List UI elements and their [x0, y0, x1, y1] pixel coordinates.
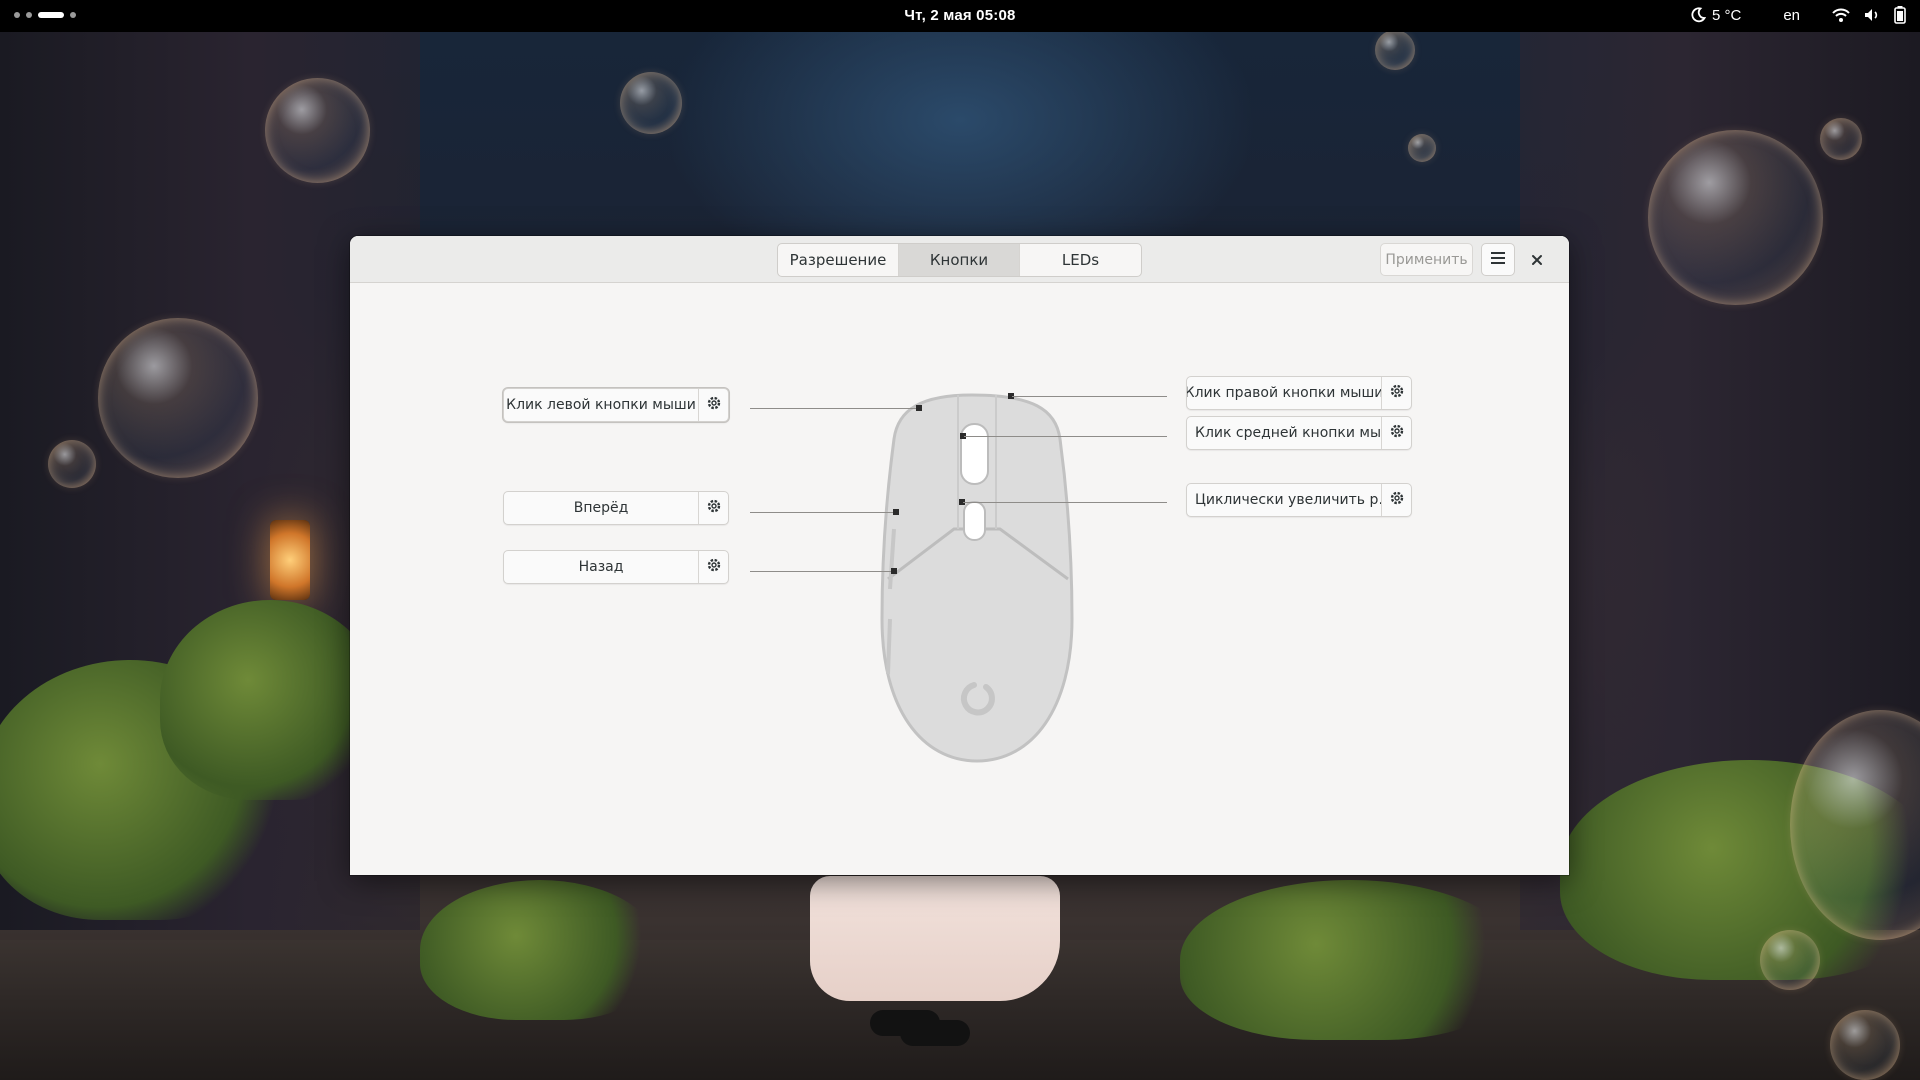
cycle-resolution-leader-line: [963, 502, 1167, 503]
gear-icon: [1389, 423, 1405, 443]
back-leader-line: [750, 571, 893, 572]
right-click-leader-line: [1012, 396, 1167, 397]
hamburger-menu-icon: [1490, 250, 1506, 269]
wifi-icon[interactable]: [1832, 7, 1850, 23]
wallpaper-figure-shoe: [900, 1020, 970, 1046]
wallpaper-bubble: [1820, 118, 1862, 160]
left-click-row: Клик левой кнопки мыши: [503, 388, 729, 422]
close-icon: [1531, 251, 1543, 270]
middle-click-settings-button[interactable]: [1381, 417, 1411, 449]
tab-resolution[interactable]: Разрешение: [778, 244, 899, 276]
middle-click-row: Клик средней кнопки мы…: [1186, 416, 1412, 450]
back-anchor: [891, 568, 897, 574]
right-click-settings-button[interactable]: [1381, 377, 1411, 409]
close-button[interactable]: [1525, 248, 1549, 272]
gear-icon: [706, 557, 722, 577]
forward-settings-button[interactable]: [698, 492, 728, 524]
left-click-settings-button[interactable]: [698, 389, 728, 421]
wallpaper-bubble: [98, 318, 258, 478]
language-indicator[interactable]: en: [1783, 7, 1800, 24]
apply-button[interactable]: Применить: [1380, 243, 1473, 276]
left-click-mapping-button[interactable]: Клик левой кнопки мыши: [504, 389, 698, 421]
wallpaper-bubble: [1408, 134, 1436, 162]
tab-leds[interactable]: LEDs: [1020, 244, 1141, 276]
moon-icon: [1690, 7, 1706, 23]
left-click-leader-line: [750, 408, 920, 409]
back-settings-button[interactable]: [698, 551, 728, 583]
clock[interactable]: Чт, 2 мая 05:08: [0, 7, 1920, 24]
weather-text: 5 °C: [1711, 6, 1742, 24]
middle-click-mapping-button[interactable]: Клик средней кнопки мы…: [1187, 417, 1381, 449]
wallpaper-bubble: [1830, 1010, 1900, 1080]
top-bar: Чт, 2 мая 05:08 5 °C en: [0, 0, 1920, 32]
gear-icon: [706, 498, 722, 518]
wallpaper-figure: [810, 876, 1060, 1001]
wallpaper-bubble: [265, 78, 370, 183]
forward-row: Вперёд: [503, 491, 729, 525]
wallpaper-bubble: [1760, 930, 1820, 990]
cycle-resolution-settings-button[interactable]: [1381, 484, 1411, 516]
wallpaper-bubble: [1648, 130, 1823, 305]
right-click-row: Клик правой кнопки мыши: [1186, 376, 1412, 410]
wallpaper-lantern: [270, 520, 310, 600]
cycle-resolution-mapping-button[interactable]: Циклически увеличить р…: [1187, 484, 1381, 516]
forward-anchor: [893, 509, 899, 515]
tab-buttons[interactable]: Кнопки: [899, 244, 1020, 276]
left-click-anchor: [916, 405, 922, 411]
gear-icon: [706, 395, 722, 415]
right-click-mapping-button[interactable]: Клик правой кнопки мыши: [1187, 377, 1381, 409]
weather-indicator[interactable]: 5 °C: [1690, 7, 1741, 24]
system-tray[interactable]: 5 °C en: [1690, 6, 1906, 24]
battery-icon[interactable]: [1894, 6, 1906, 24]
gear-icon: [1389, 490, 1405, 510]
scroll-wheel-button: [963, 501, 986, 541]
forward-leader-line: [750, 512, 896, 513]
header-bar: Разрешение Кнопки LEDs Применить: [350, 236, 1569, 283]
gear-icon: [1389, 383, 1405, 403]
volume-icon[interactable]: [1864, 7, 1880, 23]
wallpaper-plant: [1180, 880, 1520, 1040]
wallpaper-plant: [420, 880, 660, 1020]
menu-button[interactable]: [1481, 243, 1515, 276]
mouse-diagram: [880, 393, 1074, 763]
wallpaper-bubble: [620, 72, 682, 134]
middle-click-leader-line: [964, 436, 1167, 437]
forward-mapping-button[interactable]: Вперёд: [504, 492, 698, 524]
buttons-page: Клик левой кнопки мыши Вперёд Назад Клик…: [350, 284, 1569, 875]
view-switcher: Разрешение Кнопки LEDs: [777, 243, 1142, 277]
cycle-resolution-row: Циклически увеличить р…: [1186, 483, 1412, 517]
wallpaper-plant: [160, 600, 380, 800]
wallpaper-bubble: [1375, 30, 1415, 70]
back-mapping-button[interactable]: Назад: [504, 551, 698, 583]
mouse-config-window: Разрешение Кнопки LEDs Применить Клик ле…: [350, 236, 1569, 875]
back-row: Назад: [503, 550, 729, 584]
wallpaper-bubble: [48, 440, 96, 488]
